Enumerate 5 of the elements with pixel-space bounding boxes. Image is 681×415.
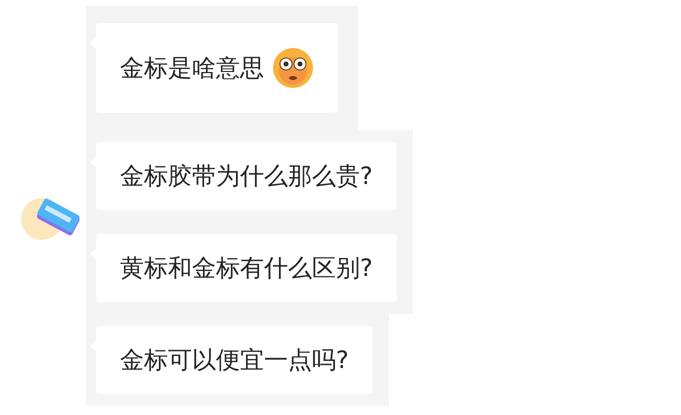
message-text: 金标胶带为什么那么贵? (120, 161, 373, 192)
message-text: 黄标和金标有什么区别? (120, 253, 373, 284)
phone-icon (20, 197, 82, 241)
message-text: 金标可以便宜一点吗? (120, 345, 349, 376)
message-text: 金标是啥意思 (120, 53, 264, 84)
